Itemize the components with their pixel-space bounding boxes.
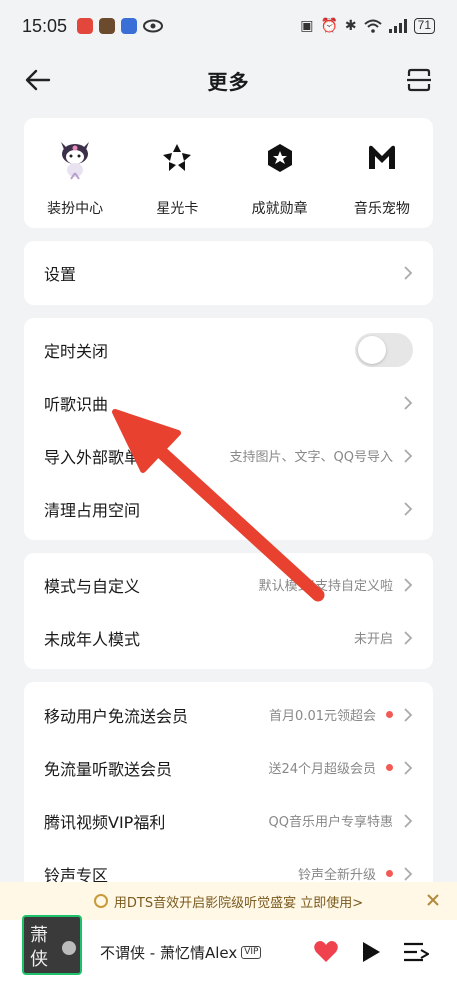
status-time: 15:05 — [22, 15, 68, 36]
app-notification-icon — [99, 18, 116, 34]
settings-card: 设置 — [24, 241, 433, 305]
promotions-card: 移动用户免流送会员 首月0.01元领超会 免流量听歌送会员 送24个月超级会员 … — [24, 682, 433, 912]
minor-mode-label: 未成年人模式 — [44, 629, 141, 649]
status-indicators: ▣ ⏰ ✱ 71 — [300, 18, 435, 34]
starlight-icon — [155, 136, 199, 180]
mobile-free-row[interactable]: 移动用户免流送会员 首月0.01元领超会 — [24, 688, 433, 741]
mode-custom-label: 模式与自定义 — [44, 576, 141, 596]
minor-mode-status: 未开启 — [353, 632, 393, 647]
status-bar: 15:05 ▣ ⏰ ✱ 71 — [0, 0, 457, 52]
red-dot-badge — [386, 711, 393, 718]
mode-card: 模式与自定义 默认模式|支持自定义啦 未成年人模式 未开启 — [24, 553, 433, 669]
ringtone-hint: 铃声全新升级 — [297, 868, 376, 883]
grid-item-starlight-card[interactable]: 星光卡 — [126, 118, 228, 228]
clean-storage-row[interactable]: 清理占用空间 — [24, 482, 433, 535]
playlist-icon[interactable] — [403, 941, 429, 963]
mini-player[interactable]: 萧 侠 不谓侠 - 萧忆情Alex VIP — [0, 915, 457, 984]
chevron-right-icon — [404, 577, 413, 592]
close-icon[interactable] — [425, 892, 441, 908]
mobile-free-label: 移动用户免流送会员 — [44, 706, 189, 726]
wifi-icon — [363, 19, 382, 33]
tencent-video-hint: QQ音乐用户专享特惠 — [268, 815, 393, 830]
import-playlist-label: 导入外部歌单 — [44, 447, 141, 467]
battery-indicator: 71 — [413, 18, 435, 34]
clean-storage-label: 清理占用空间 — [44, 500, 141, 520]
mode-custom-hint: 默认模式|支持自定义啦 — [258, 579, 393, 594]
nfc-icon: ▣ — [300, 18, 314, 34]
red-dot-badge — [386, 870, 393, 877]
free-data-hint: 送24个月超级会员 — [268, 762, 376, 777]
eye-icon — [143, 19, 164, 33]
kuromi-avatar-icon — [53, 136, 97, 180]
free-data-row[interactable]: 免流量听歌送会员 送24个月超级会员 — [24, 741, 433, 794]
free-data-label: 免流量听歌送会员 — [44, 759, 173, 779]
settings-label: 设置 — [44, 265, 77, 284]
cover-text: 侠 — [30, 949, 48, 970]
signal-icon — [388, 19, 407, 33]
chevron-right-icon — [404, 395, 413, 410]
grid-item-dress-center[interactable]: 装扮中心 — [24, 118, 126, 228]
music-pet-icon — [360, 136, 404, 180]
dts-sound-icon — [93, 894, 108, 908]
chevron-right-icon — [404, 448, 413, 463]
grid-label: 装扮中心 — [47, 201, 104, 217]
alarm-icon: ⏰ — [320, 18, 338, 34]
chevron-right-icon — [404, 501, 413, 516]
dts-promo-text: 用DTS音效开启影院级听觉盛宴 立即使用> — [113, 895, 364, 911]
album-cover[interactable]: 萧 侠 — [22, 915, 82, 975]
player-controls — [313, 940, 457, 964]
tencent-video-label: 腾讯视频VIP福利 — [44, 812, 166, 832]
medal-icon — [258, 136, 302, 180]
chevron-right-icon — [404, 707, 413, 722]
recognize-song-label: 听歌识曲 — [44, 394, 109, 414]
mobile-free-hint: 首月0.01元领超会 — [269, 709, 376, 724]
grid-item-achievement-medal[interactable]: 成就勋章 — [229, 118, 331, 228]
play-icon[interactable] — [361, 941, 381, 963]
grid-label: 星光卡 — [156, 201, 199, 217]
import-playlist-hint: 支持图片、文字、QQ号导入 — [229, 450, 393, 465]
tencent-video-row[interactable]: 腾讯视频VIP福利 QQ音乐用户专享特惠 — [24, 794, 433, 847]
toggle-knob — [358, 335, 386, 364]
settings-row[interactable]: 设置 — [24, 241, 433, 305]
grid-item-music-pet[interactable]: 音乐宠物 — [331, 118, 433, 228]
tools-card: 定时关闭 听歌识曲 导入外部歌单 支持图片、文字、QQ号导入 清理占用空间 — [24, 318, 433, 540]
chevron-right-icon — [404, 266, 413, 280]
feature-grid: 装扮中心 星光卡 成就勋章 音乐宠物 — [24, 118, 433, 228]
app-notification-icon — [77, 18, 94, 34]
scan-icon[interactable] — [405, 66, 433, 94]
mode-custom-row[interactable]: 模式与自定义 默认模式|支持自定义啦 — [24, 558, 433, 611]
chevron-right-icon — [404, 760, 413, 775]
recognize-song-row[interactable]: 听歌识曲 — [24, 376, 433, 429]
cover-text: 萧 — [30, 925, 48, 946]
back-arrow-icon[interactable] — [24, 66, 52, 94]
bluetooth-icon: ✱ — [344, 18, 357, 34]
grid-label: 成就勋章 — [251, 201, 308, 217]
heart-icon[interactable] — [313, 940, 339, 964]
disc-icon — [62, 941, 76, 955]
title-bar: 更多 — [0, 52, 457, 108]
vip-badge: VIP — [241, 945, 262, 959]
sleep-timer-toggle[interactable] — [355, 332, 413, 367]
red-dot-badge — [386, 764, 393, 771]
chevron-right-icon — [404, 866, 413, 881]
grid-label: 音乐宠物 — [353, 201, 410, 217]
import-playlist-row[interactable]: 导入外部歌单 支持图片、文字、QQ号导入 — [24, 429, 433, 482]
now-playing-title[interactable]: 不谓侠 - 萧忆情Alex VIP — [100, 942, 262, 963]
app-notification-icon — [121, 18, 138, 34]
chevron-right-icon — [404, 813, 413, 828]
page-title: 更多 — [207, 69, 250, 94]
sleep-timer-row: 定时关闭 — [24, 323, 433, 376]
sleep-timer-label: 定时关闭 — [44, 341, 109, 361]
song-title: 不谓侠 - 萧忆情Alex — [100, 943, 238, 962]
chevron-right-icon — [404, 630, 413, 645]
minor-mode-row[interactable]: 未成年人模式 未开启 — [24, 611, 433, 664]
